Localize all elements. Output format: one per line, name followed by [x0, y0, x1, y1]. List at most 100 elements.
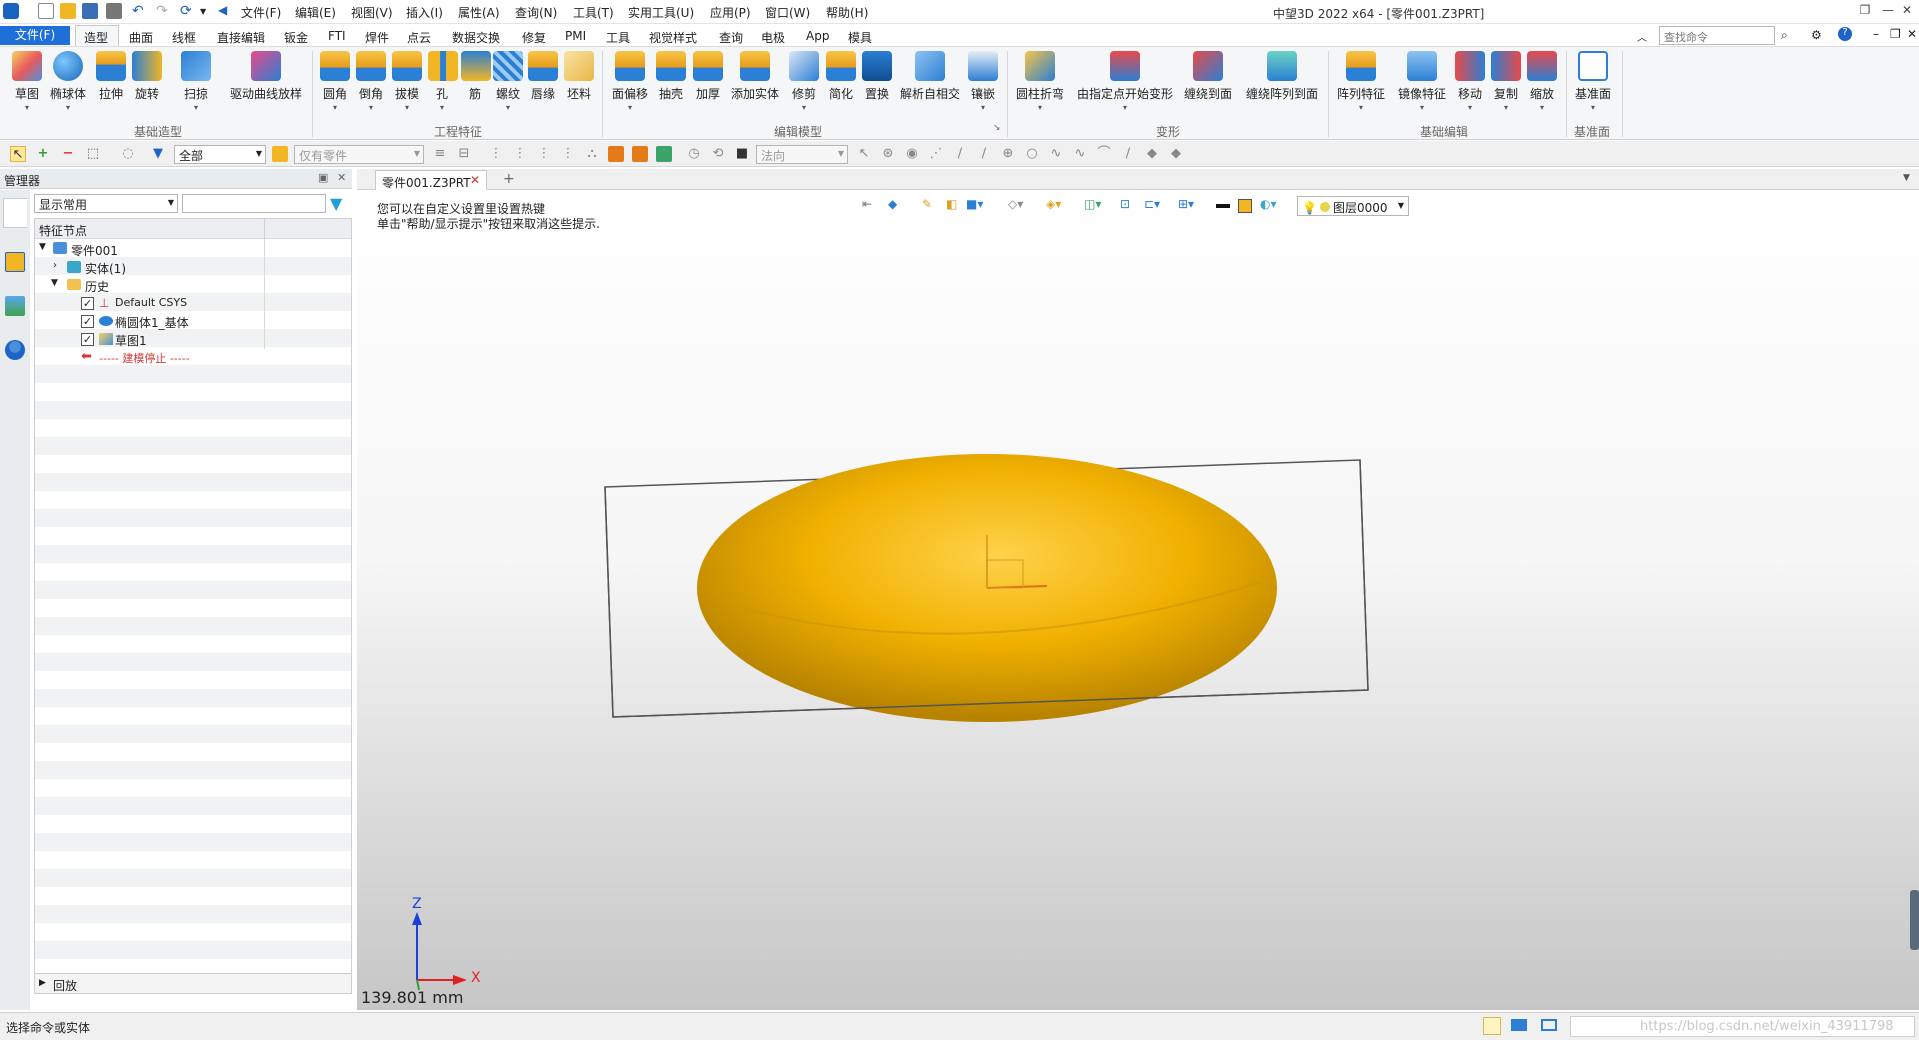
status-window-icon[interactable]: [1541, 1019, 1557, 1031]
menu-tools[interactable]: 工具(T): [573, 4, 614, 21]
redo-icon[interactable]: ↷: [156, 3, 172, 19]
tab-fti[interactable]: FTI: [328, 29, 346, 43]
lip-button[interactable]: 唇缘: [528, 51, 558, 102]
trim-button[interactable]: 修剪 ▾: [787, 51, 821, 112]
tree-history[interactable]: 历史: [85, 278, 109, 295]
replace-button[interactable]: 置换: [860, 51, 894, 102]
display-filter-select[interactable]: 显示常用 ▼: [34, 194, 178, 213]
csys-checkbox[interactable]: ✓: [81, 297, 94, 310]
back-icon[interactable]: ◀: [218, 3, 234, 19]
doc-restore-icon[interactable]: ❐: [1890, 27, 1901, 41]
close-icon[interactable]: ✕: [1899, 3, 1915, 19]
tab-list-icon[interactable]: ▼: [1903, 173, 1910, 183]
print-icon[interactable]: [106, 3, 122, 19]
tab-surface[interactable]: 曲面: [129, 29, 153, 46]
drive-curve-loft-button[interactable]: 驱动曲线放样: [228, 51, 304, 102]
3d-viewport[interactable]: 您可以在自定义设置里设置热键 单击"帮助/显示提示"按钮来取消这些提示. ⇤ ◆…: [357, 190, 1919, 1010]
new-tab-icon[interactable]: +: [503, 171, 515, 187]
snap-icon-7[interactable]: ⊕: [1000, 146, 1016, 162]
snap-icon-6[interactable]: ∕: [976, 146, 992, 162]
tree-csys[interactable]: Default CSYS: [115, 296, 187, 309]
tab-point-cloud[interactable]: 点云: [407, 29, 431, 46]
tool-icon-h[interactable]: [608, 146, 624, 162]
point-deform-button[interactable]: 由指定点开始变形 ▾: [1074, 51, 1176, 112]
thread-button[interactable]: 螺纹 ▾: [493, 51, 523, 112]
filter-select[interactable]: 全部 ▼: [174, 145, 266, 164]
wrap-to-face-button[interactable]: 缠绕到面: [1182, 51, 1234, 102]
tab-weldment[interactable]: 焊件: [365, 29, 389, 46]
simplify-button[interactable]: 简化: [824, 51, 858, 102]
face-offset-button[interactable]: 面偏移 ▾: [610, 51, 650, 112]
tab-electrode[interactable]: 电极: [761, 29, 785, 46]
tab-app[interactable]: App: [806, 29, 829, 43]
new-icon[interactable]: [38, 3, 54, 19]
view-manager-icon[interactable]: [5, 296, 25, 316]
snap-icon-2[interactable]: ⊛: [880, 146, 896, 162]
pattern-feature-button[interactable]: 阵列特征 ▾: [1336, 51, 1386, 112]
help-icon[interactable]: ?: [1838, 27, 1852, 41]
direction-select[interactable]: 法向 ▼: [756, 145, 848, 164]
tool-icon-a[interactable]: ≡: [432, 146, 448, 162]
cylinder-bend-button[interactable]: 圆柱折弯 ▾: [1014, 51, 1066, 112]
stock-button[interactable]: 坯料: [564, 51, 594, 102]
tree-sketch[interactable]: 草图1: [115, 332, 147, 349]
self-intersect-button[interactable]: 解析自相交: [899, 51, 961, 102]
tool-icon-e[interactable]: ⋮: [536, 146, 552, 162]
add-solid-button[interactable]: 添加实体: [730, 51, 780, 102]
undo-icon[interactable]: ↶: [132, 3, 148, 19]
fillet-button[interactable]: 圆角 ▾: [318, 51, 352, 112]
tool-icon-g[interactable]: ⛬: [584, 146, 600, 162]
collapse-ribbon-icon[interactable]: ︿: [1637, 29, 1647, 44]
history-manager-icon[interactable]: [3, 198, 27, 228]
doc-tab[interactable]: 零件001.Z3PRT ✕: [375, 170, 487, 190]
scope-select[interactable]: 仅有零件 ▼: [294, 145, 424, 164]
stop-icon[interactable]: ■: [734, 146, 750, 162]
tab-direct-edit[interactable]: 直接编辑: [217, 29, 265, 46]
app-logo-icon[interactable]: [3, 3, 19, 19]
tool-icon-j[interactable]: [656, 146, 672, 162]
box-select-icon[interactable]: ⬚: [85, 146, 101, 162]
tree-ellipsoid[interactable]: 椭圆体1_基体: [115, 314, 189, 331]
menu-edit[interactable]: 编辑(E): [295, 4, 336, 21]
draft-button[interactable]: 拔模 ▾: [390, 51, 424, 112]
sketch-checkbox[interactable]: ✓: [81, 333, 94, 346]
menu-utilities[interactable]: 实用工具(U): [628, 4, 694, 21]
minus-icon[interactable]: −: [60, 146, 76, 162]
tab-inquire[interactable]: 查询: [719, 29, 743, 46]
assembly-manager-icon[interactable]: [5, 252, 25, 272]
extrude-button[interactable]: 拉伸: [94, 51, 128, 102]
tree-part[interactable]: 零件001: [71, 242, 118, 259]
snap-icon-8[interactable]: ○: [1024, 146, 1040, 162]
plus-icon[interactable]: +: [35, 146, 51, 162]
status-mode-icon[interactable]: [1483, 1017, 1501, 1035]
sketch-button[interactable]: 草图 ▾: [8, 51, 46, 112]
rib-button[interactable]: 筋: [461, 51, 491, 102]
search-icon[interactable]: ⌕: [1781, 28, 1788, 43]
move-button[interactable]: 移动 ▾: [1454, 51, 1486, 112]
panel-close-icon[interactable]: ✕: [337, 171, 346, 184]
snap-icon-1[interactable]: ↖: [856, 146, 872, 162]
refresh-icon[interactable]: ⟳: [180, 3, 196, 19]
search-input[interactable]: 查找命令: [1659, 26, 1775, 45]
ellipsoid-checkbox[interactable]: ✓: [81, 315, 94, 328]
tool-icon-b[interactable]: ⊟: [456, 146, 472, 162]
sweep-button[interactable]: 扫掠 ▾: [170, 51, 222, 112]
tab-sheet-metal[interactable]: 钣金: [284, 29, 308, 46]
rollback-arrow-icon[interactable]: ⬅: [81, 349, 92, 364]
tab-repair[interactable]: 修复: [522, 29, 546, 46]
filter-icon[interactable]: ▼: [150, 146, 166, 162]
snap-icon-3[interactable]: ◉: [904, 146, 920, 162]
file-tab[interactable]: 文件(F): [0, 26, 70, 45]
select-pointer-icon[interactable]: ↖: [10, 146, 26, 162]
settings-icon[interactable]: ⚙: [1811, 28, 1822, 42]
save-icon[interactable]: [82, 3, 98, 19]
tab-visual-style[interactable]: 视觉样式: [649, 29, 697, 46]
scroll-handle[interactable]: [1910, 890, 1919, 950]
tool-icon-f[interactable]: ⋮: [560, 146, 576, 162]
user-icon[interactable]: [5, 340, 25, 360]
tab-data-exchange[interactable]: 数据交换: [452, 29, 500, 46]
restore-icon[interactable]: ❐: [1857, 3, 1873, 19]
menu-insert[interactable]: 插入(I): [406, 4, 443, 21]
tab-pmi[interactable]: PMI: [565, 29, 586, 43]
open-icon[interactable]: [60, 3, 76, 19]
